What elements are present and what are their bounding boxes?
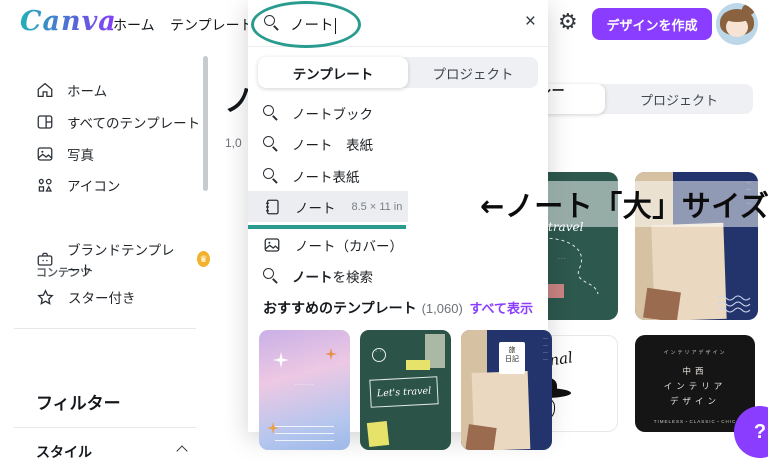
search-input[interactable]: ノート [290, 14, 336, 35]
vertical-text-decoration: ｜｜｜｜ [542, 336, 548, 364]
suggestion-note-cover-paren[interactable]: ノート（カバー） [248, 229, 548, 260]
star-icon [37, 288, 54, 305]
sidebar-item-all-templates[interactable]: すべてのテンプレート [36, 111, 200, 133]
title-frame: Let's travel [369, 376, 439, 408]
suggestion-notebook[interactable]: ノートブック [248, 97, 548, 128]
recommended-header-row: おすすめのテンプレート (1,060) すべて表示 [263, 298, 533, 318]
chevron-up-icon [176, 445, 188, 457]
sidebar-item-label: ブランドテンプレート [67, 243, 175, 278]
photo-icon [37, 147, 53, 161]
sidebar-item-label: 写真 [67, 148, 94, 163]
sidebar-item-label: ホーム [67, 84, 108, 99]
results-count: 1,0 [225, 136, 242, 150]
suggestion-label: ノート表紙 [292, 169, 360, 185]
filter-heading: フィルター [36, 394, 121, 413]
see-all-link[interactable]: すべて表示 [469, 298, 533, 317]
suggestion-note-8p5x11[interactable]: ノート 8.5 × 11 in [248, 191, 408, 222]
style-section-toggle[interactable]: スタイル [36, 442, 188, 462]
sidebar-item-label: スター付き [68, 291, 136, 306]
sidebar-item-brand-templates[interactable]: ブランドテンプレート ♛ [36, 243, 210, 278]
sidebar-item-starred[interactable]: スター付き [36, 286, 136, 308]
sparkle-decoration [273, 352, 289, 368]
suggestion-label: ノート [295, 200, 336, 216]
nav-templates[interactable]: テンプレート [170, 15, 254, 35]
suggestion-size: 8.5 × 11 in [351, 200, 403, 213]
torn-paper-decoration [643, 287, 681, 320]
thumbnail-text-line: デザイン [669, 396, 720, 406]
sidebar-item-icons[interactable]: アイコン [36, 174, 120, 196]
style-heading: スタイル [36, 444, 92, 460]
waves-decoration [718, 295, 751, 313]
suggestion-label: ノートを検索 [292, 269, 373, 285]
thumbnail-tiny-text: · · · [558, 256, 566, 262]
image-icon [264, 237, 280, 252]
recommended-thumbnail-gradient[interactable]: ⋯⋯⋯ [259, 330, 350, 450]
create-design-button[interactable]: デザインを作成 [592, 8, 712, 40]
search-icon [263, 136, 278, 151]
line-decoration [275, 426, 334, 427]
thumbnail-title: Let's travel [376, 385, 432, 399]
teal-underline-annotation [248, 225, 406, 229]
tab-projects[interactable]: プロジェクト [408, 57, 538, 88]
search-icon [263, 168, 278, 183]
sidebar-item-label: アイコン [67, 179, 121, 194]
thumbnail-small-text: インテリアデザイン [663, 350, 727, 356]
tab-templates[interactable]: テンプレート [258, 57, 408, 88]
recommended-thumbnail-travel-diary[interactable]: 旅 日記 ｜｜｜｜ [461, 330, 552, 450]
ticket-decoration [406, 360, 430, 370]
brand-kit-icon [37, 252, 53, 266]
settings-gear-icon[interactable]: ⚙ [558, 9, 578, 35]
nav-home[interactable]: ホーム [113, 15, 155, 35]
suggestion-label: ノート（カバー） [295, 238, 403, 254]
notebook-icon [266, 199, 279, 214]
sidebar-item-photos[interactable]: 写真 [36, 143, 94, 165]
line-decoration [275, 433, 334, 434]
diary-label: 旅 日記 [499, 342, 525, 374]
smiley-decoration [372, 348, 386, 362]
suggestion-note-cover-spaced[interactable]: ノート 表紙 [248, 128, 548, 159]
user-avatar[interactable] [716, 3, 758, 45]
thumbnail-text-line: 中西 [682, 366, 708, 376]
sidebar: ホーム すべてのテンプレート 写真 アイコン コンテンツ ブランドテンプレート … [0, 48, 210, 460]
sparkle-decoration [325, 348, 337, 360]
sidebar-item-home[interactable]: ホーム [36, 79, 107, 101]
pro-badge-icon: ♛ [197, 251, 210, 267]
sidebar-divider [14, 427, 196, 428]
recommended-thumbnail-lets-travel[interactable]: Let's travel [360, 330, 451, 450]
suggestion-label: ノートブック [292, 106, 373, 122]
thumbnail-text-line: インテリア [663, 381, 727, 391]
search-bar[interactable]: ノート × [248, 0, 548, 47]
recommended-heading: おすすめのテンプレート [263, 300, 417, 316]
torn-paper-decoration [465, 424, 497, 450]
suggestion-search-note[interactable]: ノートを検索 [248, 260, 548, 291]
sidebar-item-label: すべてのテンプレート [67, 116, 201, 131]
sidebar-divider [14, 328, 196, 329]
search-icon [263, 268, 278, 283]
recommended-count: (1,060) [421, 301, 463, 316]
main-tab-projects[interactable]: プロジェクト [605, 84, 753, 114]
search-icon [263, 105, 278, 120]
suggestion-label: ノート 表紙 [292, 137, 373, 153]
sidebar-scrollbar[interactable] [203, 56, 208, 191]
size-annotation-text: ←ノート「大」サイズ [476, 181, 768, 227]
avatar-fringe [724, 13, 750, 22]
ticket-decoration [366, 421, 390, 447]
templates-icon [37, 115, 53, 129]
thumbnail-tiny-text: ⋯⋯⋯ [294, 382, 315, 388]
home-icon [37, 82, 53, 98]
close-icon[interactable]: × [525, 11, 536, 33]
search-icon [264, 15, 279, 30]
shapes-icon [38, 178, 53, 192]
search-panel-tabs: テンプレート プロジェクト [258, 57, 538, 88]
line-decoration [275, 440, 334, 441]
canva-logo[interactable]: Canva [20, 6, 117, 37]
